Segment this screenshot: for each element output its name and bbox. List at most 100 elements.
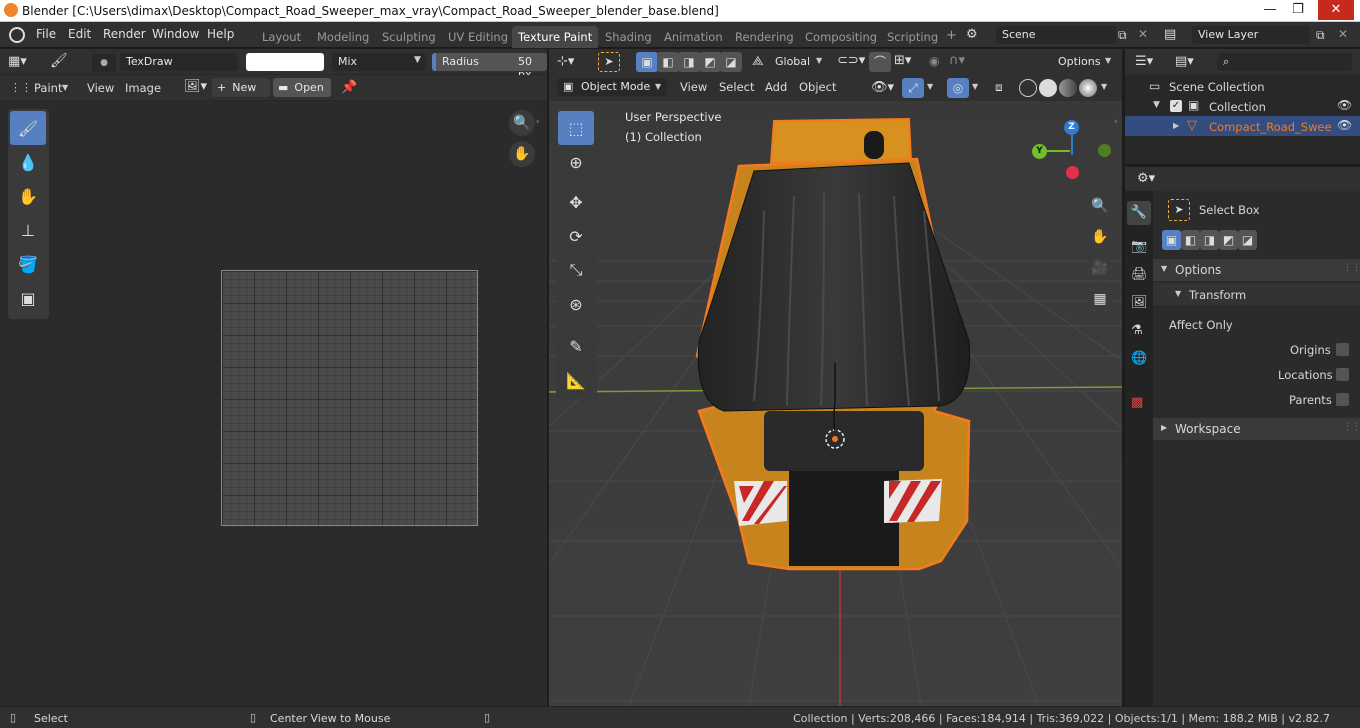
select-extend-icon[interactable]: ◧ [1181,230,1200,250]
scale-tool-icon[interactable]: ⤡ [558,253,594,287]
object-mode-select[interactable]: ▣ Object Mode [557,78,667,96]
pin-icon[interactable]: 📌 [341,80,357,95]
select-cursor-icon[interactable]: ➤ [598,52,620,72]
tab-animation[interactable]: Animation [658,26,729,48]
menu-render[interactable]: Render [103,27,146,41]
menu-view[interactable]: View [680,80,707,94]
select-intersect-icon[interactable]: ◪ [1238,230,1257,250]
select-intersect-icon[interactable]: ◪ [720,52,742,72]
move-tool-icon[interactable]: ✥ [558,185,594,219]
menu-add[interactable]: Add [765,80,787,94]
new-view-layer-icon[interactable]: ⧉ [1316,28,1325,43]
object-label[interactable]: Compact_Road_Sweeper [1209,120,1331,134]
menu-file[interactable]: File [36,27,56,41]
snap-icon[interactable]: ⌒ [869,52,891,72]
menu-image[interactable]: Image [125,81,161,95]
origins-checkbox[interactable] [1336,343,1349,356]
mask-tool-icon[interactable]: ▣ [10,281,46,315]
remove-scene-icon[interactable]: ✕ [1138,27,1148,41]
brush-name-field[interactable]: TexDraw [120,53,238,71]
view-layer-tab-icon[interactable]: 🖼 [1131,295,1148,310]
collection-label[interactable]: Collection [1209,100,1266,114]
camera-icon[interactable]: 🎥 [1087,255,1113,281]
collapse-arrow-icon[interactable]: ‹ [536,117,540,127]
world-tab-icon[interactable]: 🌐 [1131,351,1147,366]
eye-icon[interactable]: 👁 [1337,118,1352,132]
fill-tool-icon[interactable]: 🪣 [10,247,46,281]
select-box-tool-icon[interactable]: ⬚ [558,111,594,145]
proportional-edit-icon[interactable]: ◉ [929,54,939,68]
chevron-down-icon[interactable]: ▼ [927,82,933,91]
pan-hand-icon[interactable]: ✋ [509,141,535,167]
brush-slot-icon[interactable]: ● [92,54,116,72]
brush-icon[interactable]: 🖌 [50,53,68,69]
tool-tab-icon[interactable]: 🔧 [1127,201,1151,225]
scene-collection-label[interactable]: Scene Collection [1169,80,1265,94]
solid-shading-icon[interactable] [1039,79,1057,97]
menu-help[interactable]: Help [207,27,234,41]
editor-type-icon[interactable]: ☰▾ [1135,54,1153,69]
menu-object[interactable]: Object [799,80,836,94]
smear-tool-icon[interactable]: ✋ [10,179,46,213]
tab-scripting[interactable]: Scripting [881,26,944,48]
cursor-tool-icon[interactable]: ⊕ [558,145,594,179]
snap-target-icon[interactable]: ⊞▾ [894,53,911,68]
add-workspace-button[interactable]: + [940,24,963,46]
expand-arrow-icon[interactable]: ▼ [1153,100,1160,110]
rotate-tool-icon[interactable]: ⟳ [558,219,594,253]
render-tab-icon[interactable]: 📷 [1131,239,1147,254]
tab-shading[interactable]: Shading [599,26,658,48]
remove-view-layer-icon[interactable]: ✕ [1338,27,1348,41]
zoom-icon[interactable]: 🔍 [1087,193,1113,219]
minimize-button[interactable]: — [1256,0,1284,20]
zoom-icon[interactable]: 🔍 [509,110,535,136]
drag-handle-icon[interactable]: ⋮⋮ [1343,422,1360,432]
gizmo-z-axis[interactable]: Z [1064,120,1079,135]
maximize-button[interactable]: ❐ [1284,0,1312,20]
menu-window[interactable]: Window [152,27,199,41]
tab-modeling[interactable]: Modeling [311,26,375,48]
rendered-shading-icon[interactable] [1079,79,1097,97]
parents-checkbox[interactable] [1336,393,1349,406]
tab-layout[interactable]: Layout [256,26,307,48]
select-subtract-icon[interactable]: ◨ [678,52,700,72]
expand-arrow-icon[interactable]: ▶ [1173,121,1179,130]
menu-view[interactable]: View [87,81,114,95]
grid-view-icon[interactable]: ▦ [1087,286,1113,312]
draw-tool-icon[interactable]: 🖌 [10,111,46,145]
overlay-toggle-icon[interactable]: ◎ [947,78,969,98]
transform-tool-icon[interactable]: ⊛ [558,287,594,321]
tab-uv-editing[interactable]: UV Editing [442,26,514,48]
view-layer-icon[interactable]: ▤ [1164,27,1176,42]
collection-checkbox[interactable]: ✓ [1170,100,1182,112]
blend-mode-select[interactable]: Mix [332,53,426,71]
select-difference-icon[interactable]: ◩ [1219,230,1238,250]
wireframe-shading-icon[interactable] [1019,79,1037,97]
scene-icon[interactable]: ⚙ [966,27,992,45]
material-shading-icon[interactable] [1059,79,1077,97]
options-panel-header[interactable]: ▼ Options ⋮⋮ [1153,259,1360,281]
close-button[interactable]: ✕ [1318,0,1354,20]
chevron-down-icon[interactable]: ▼ [1101,82,1107,91]
transform-subpanel-header[interactable]: ▼ Transform [1153,283,1360,305]
view-layer-field[interactable]: View Layer [1192,26,1310,44]
menu-edit[interactable]: Edit [68,27,91,41]
annotate-tool-icon[interactable]: ✎ [558,329,594,363]
pan-hand-icon[interactable]: ✋ [1087,224,1113,250]
soften-tool-icon[interactable]: 💧 [10,145,46,179]
new-scene-icon[interactable]: ⧉ [1118,28,1127,43]
visibility-icon[interactable]: 👁▾ [871,80,894,95]
blender-menu-icon[interactable] [9,27,25,43]
falloff-icon[interactable]: ∩▾ [949,53,965,68]
gizmo-toggle-icon[interactable]: ⤢ [902,78,924,98]
drag-handle-icon[interactable]: ⋮⋮ [1343,263,1360,273]
scene-tab-icon[interactable]: ⚗ [1131,323,1143,338]
locations-checkbox[interactable] [1336,368,1349,381]
measure-tool-icon[interactable]: 📐 [558,363,594,397]
radius-slider[interactable]: Radius 50 px [432,53,547,81]
image-browse-icon[interactable]: 🖼▾ [184,79,207,94]
eye-icon[interactable]: 👁 [1337,98,1352,112]
select-extend-icon[interactable]: ◧ [657,52,679,72]
new-image-button[interactable]: + New [212,78,270,97]
texture-tab-icon[interactable]: ▩ [1131,395,1143,410]
